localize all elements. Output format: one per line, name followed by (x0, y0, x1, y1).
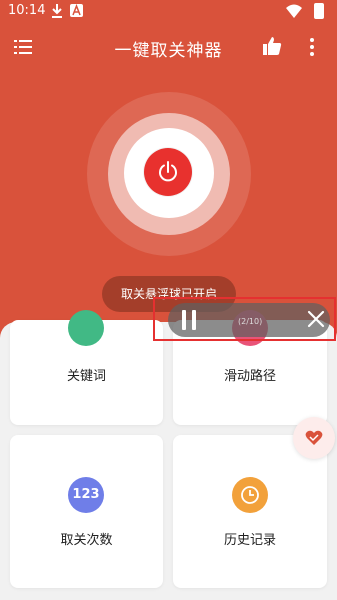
status-bar: 10:14 (0, 0, 337, 24)
app-notification-icon (70, 4, 83, 17)
status-time: 10:14 (8, 3, 46, 18)
count-number-icon: 123 (68, 477, 104, 513)
power-button[interactable] (144, 148, 192, 196)
power-icon (159, 161, 177, 182)
wifi-icon (286, 4, 302, 18)
favorite-button[interactable] (293, 417, 335, 459)
clock-icon (232, 477, 268, 513)
history-card[interactable]: 历史记录 (173, 435, 327, 588)
more-options-icon[interactable] (308, 36, 316, 58)
thumbs-up-icon[interactable] (262, 36, 282, 56)
history-label: 历史记录 (223, 533, 276, 548)
highlight-box (153, 297, 336, 341)
keywords-card[interactable]: 关键词 (10, 310, 163, 425)
heart-icon (305, 430, 323, 445)
unfollow-count-label: 取关次数 (60, 533, 113, 548)
battery-icon (314, 3, 324, 19)
keywords-label: 关键词 (66, 369, 106, 384)
app-bar: 一键取关神器 (0, 28, 337, 66)
page-title: 一键取关神器 (114, 41, 223, 61)
keywords-icon (68, 310, 104, 346)
download-icon (52, 4, 62, 18)
swipe-path-label: 滑动路径 (223, 369, 276, 384)
unfollow-count-card[interactable]: 123 取关次数 (10, 435, 163, 588)
